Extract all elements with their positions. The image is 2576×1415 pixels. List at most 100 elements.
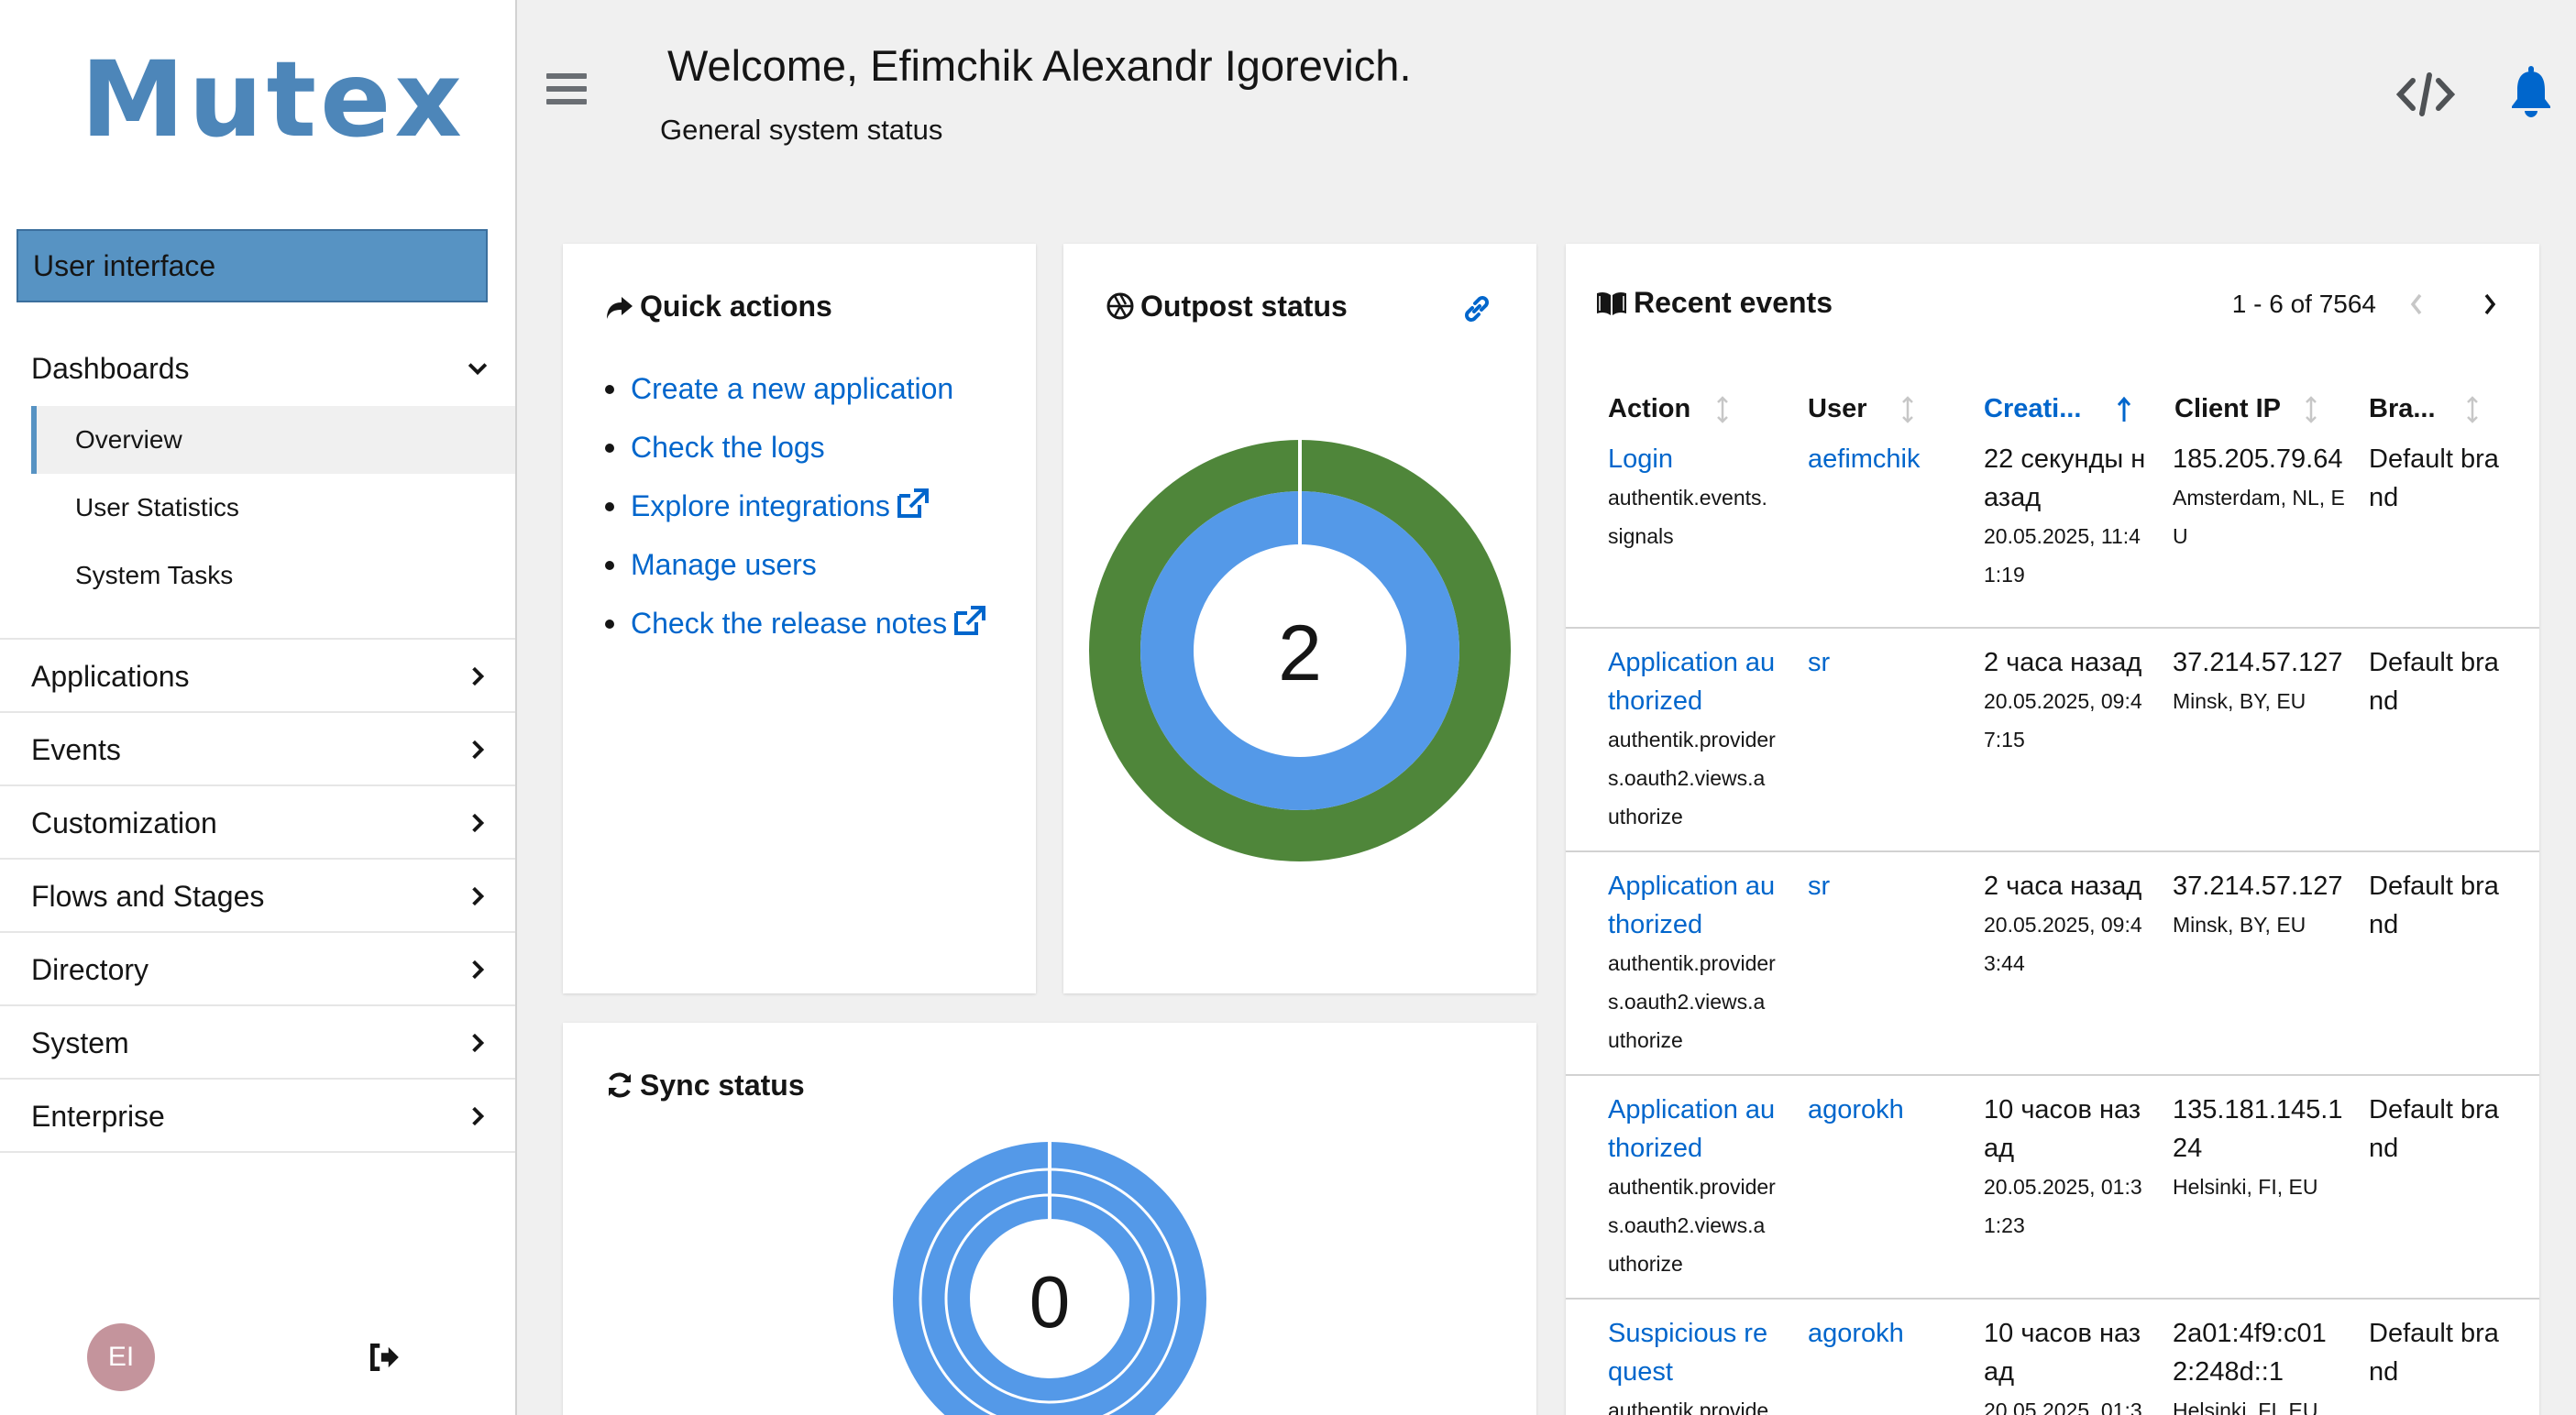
sidebar-item-overview[interactable]: Overview	[31, 406, 515, 474]
sidebar-item-label: Dashboards	[31, 352, 190, 385]
event-action-detail: authentik.provide	[1608, 1399, 1769, 1415]
chevron-right-icon	[468, 933, 488, 1006]
external-link-icon	[954, 606, 986, 635]
event-created-detail: 20.05.2025, 01:3	[1984, 1399, 2142, 1415]
quick-actions-list: Create a new application Check the logs …	[603, 359, 986, 653]
event-client-ip: 185.205.79.64	[2173, 444, 2343, 474]
check-logs-link[interactable]: Check the logs	[603, 418, 985, 477]
sidebar-item-label: Events	[31, 733, 121, 766]
sidebar-item-user-statistics[interactable]: User Statistics	[31, 474, 515, 542]
sidebar-item-applications[interactable]: Applications	[0, 640, 515, 713]
table-row[interactable]: Suspicious request authentik.provide agor…	[1566, 1298, 2539, 1415]
sidebar: Mutex User interface Dashboards Overview…	[0, 0, 517, 1415]
chevron-right-icon	[468, 1080, 488, 1153]
table-row[interactable]: Application authorized authentik.provider…	[1566, 850, 2539, 1074]
event-action-link[interactable]: Application authorized	[1608, 643, 1777, 720]
event-action-detail: authentik.providers.oauth2.views.authori…	[1608, 728, 1776, 828]
event-created: 10 часов назад	[1984, 1095, 2141, 1163]
sort-ascending-icon[interactable]	[2116, 396, 2132, 423]
event-created: 10 часов назад	[1984, 1319, 2141, 1387]
sidebar-item-label: Directory	[31, 953, 149, 986]
column-header-created[interactable]: Creati...	[1984, 394, 2081, 424]
sidebar-item-customization[interactable]: Customization	[0, 786, 515, 860]
logout-icon[interactable]	[367, 1340, 402, 1375]
sidebar-item-label: Flows and Stages	[31, 880, 265, 913]
event-user-link[interactable]: agorokh	[1808, 1314, 1964, 1353]
recent-events-card: Recent events 1 - 6 of 7564 Action User …	[1566, 244, 2539, 1415]
create-application-link[interactable]: Create a new application	[603, 359, 985, 418]
event-client-ip-location: Helsinki, FI, EU	[2173, 1399, 2318, 1415]
page-title: Welcome, Efimchik Alexandr Igorevich.	[667, 41, 1412, 90]
event-brand: Default brand	[2369, 1095, 2499, 1163]
sidebar-item-events[interactable]: Events	[0, 713, 515, 786]
page-subtitle: General system status	[660, 114, 943, 146]
sidebar-item-directory[interactable]: Directory	[0, 933, 515, 1006]
sort-icon[interactable]	[1899, 396, 1916, 423]
sync-icon	[609, 1072, 631, 1098]
bell-icon[interactable]	[2510, 66, 2552, 117]
quick-actions-title: Quick actions	[605, 290, 832, 324]
sort-icon[interactable]	[1714, 396, 1731, 423]
table-row[interactable]: Application authorized authentik.provider…	[1566, 627, 2539, 850]
chevron-left-icon[interactable]	[2407, 291, 2426, 317]
sidebar-item-system[interactable]: System	[0, 1006, 515, 1080]
event-created-detail: 20.05.2025, 09:47:15	[1984, 689, 2142, 751]
logo: Mutex	[81, 38, 466, 160]
sort-icon[interactable]	[2464, 396, 2481, 423]
event-created-detail: 20.05.2025, 09:43:44	[1984, 913, 2142, 975]
table-row[interactable]: Login authentik.events.signals aefimchik …	[1566, 440, 2539, 623]
outpost-status-card: Outpost status 2	[1063, 244, 1536, 993]
sidebar-item-flows-and-stages[interactable]: Flows and Stages	[0, 860, 515, 933]
event-user-link[interactable]: sr	[1808, 643, 1964, 682]
sort-icon[interactable]	[2303, 396, 2319, 423]
hamburger-menu-icon[interactable]	[546, 73, 587, 110]
chevron-right-icon	[468, 640, 488, 713]
code-icon[interactable]	[2396, 70, 2455, 119]
event-action-link[interactable]: Application authorized	[1608, 1091, 1777, 1168]
sidebar-item-label: Enterprise	[31, 1100, 165, 1133]
event-brand: Default brand	[2369, 444, 2499, 512]
event-created-detail: 20.05.2025, 11:41:19	[1984, 524, 2141, 587]
event-action-link[interactable]: Suspicious request	[1608, 1314, 1777, 1391]
column-header-brand[interactable]: Bra...	[2369, 394, 2436, 424]
link-icon[interactable]	[1461, 293, 1492, 324]
book-icon	[1597, 291, 1626, 315]
release-notes-link[interactable]: Check the release notes	[603, 594, 986, 653]
table-row[interactable]: Application authorized authentik.provider…	[1566, 1074, 2539, 1298]
chevron-right-icon[interactable]	[2481, 291, 2499, 317]
sidebar-item-label: System	[31, 1026, 129, 1059]
event-brand: Default brand	[2369, 1319, 2499, 1387]
chevron-right-icon	[468, 860, 488, 933]
sidebar-item-label: Applications	[31, 660, 190, 693]
sidebar-item-label: Customization	[31, 806, 217, 839]
quick-actions-card: Quick actions Create a new application C…	[563, 244, 1036, 993]
sync-count: 0	[1029, 1261, 1071, 1343]
event-action-link[interactable]: Application authorized	[1608, 867, 1777, 944]
sidebar-item-system-tasks[interactable]: System Tasks	[31, 542, 515, 609]
column-header-user[interactable]: User	[1808, 394, 1867, 424]
event-created: 22 секунды назад	[1984, 444, 2146, 512]
event-client-ip: 135.181.145.124	[2173, 1095, 2343, 1163]
event-user-link[interactable]: agorokh	[1808, 1091, 1964, 1129]
event-client-ip-location: Minsk, BY, EU	[2173, 913, 2306, 937]
chevron-down-icon	[468, 332, 488, 405]
event-brand: Default brand	[2369, 872, 2499, 939]
event-brand: Default brand	[2369, 648, 2499, 716]
event-client-ip: 2a01:4f9:c012:248d::1	[2173, 1319, 2327, 1387]
sidebar-item-dashboards[interactable]: Dashboards	[0, 332, 515, 405]
column-header-client-ip[interactable]: Client IP	[2174, 394, 2281, 424]
sidebar-item-enterprise[interactable]: Enterprise	[0, 1080, 515, 1153]
user-interface-button[interactable]: User interface	[17, 229, 488, 302]
event-created-detail: 20.05.2025, 01:31:23	[1984, 1175, 2142, 1237]
avatar[interactable]: EI	[87, 1323, 155, 1391]
event-user-link[interactable]: aefimchik	[1808, 440, 1964, 478]
event-action-link[interactable]: Login	[1608, 440, 1777, 478]
chevron-right-icon	[468, 786, 488, 860]
event-user-link[interactable]: sr	[1808, 867, 1964, 905]
column-header-action[interactable]: Action	[1608, 394, 1690, 424]
chevron-right-icon	[468, 713, 488, 786]
event-action-detail: authentik.providers.oauth2.views.authori…	[1608, 951, 1776, 1052]
manage-users-link[interactable]: Manage users	[603, 535, 985, 594]
aperture-icon	[1106, 292, 1134, 320]
explore-integrations-link[interactable]: Explore integrations	[603, 477, 985, 535]
